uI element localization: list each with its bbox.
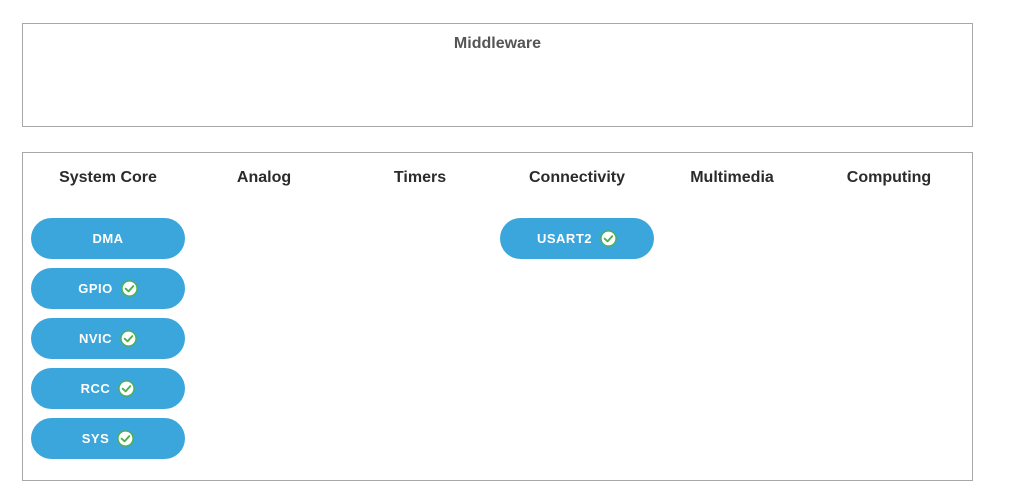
middleware-panel: Middleware [22,23,973,127]
ip-label: DMA [92,231,124,246]
ip-label: USART2 [536,231,592,246]
ip-label: GPIO [78,281,113,296]
category-multimedia[interactable]: Multimedia [655,169,809,187]
ip-button-rcc[interactable]: RCC [31,368,185,409]
categories-panel: System Core Analog Timers Connectivity M… [22,152,973,481]
ip-button-dma[interactable]: DMA [31,218,185,259]
check-circle-icon [117,430,135,447]
check-circle-icon [600,230,617,247]
check-circle-icon [120,280,138,297]
middleware-title: Middleware [453,35,542,52]
ip-button-nvic[interactable]: NVIC [31,318,185,359]
ip-label: RCC [80,381,111,396]
ip-button-usart2[interactable]: USART2 [500,218,654,259]
ip-label: NVIC [78,331,113,346]
ip-button-gpio[interactable]: GPIO [31,268,185,309]
category-connectivity[interactable]: Connectivity [500,169,654,187]
ip-button-sys[interactable]: SYS [31,418,185,459]
category-timers[interactable]: Timers [343,169,497,187]
category-analog[interactable]: Analog [187,169,341,187]
check-circle-icon [118,380,136,397]
check-circle-icon [120,330,137,347]
ip-label: SYS [81,431,110,446]
category-computing[interactable]: Computing [812,169,966,187]
category-system-core[interactable]: System Core [31,169,185,187]
